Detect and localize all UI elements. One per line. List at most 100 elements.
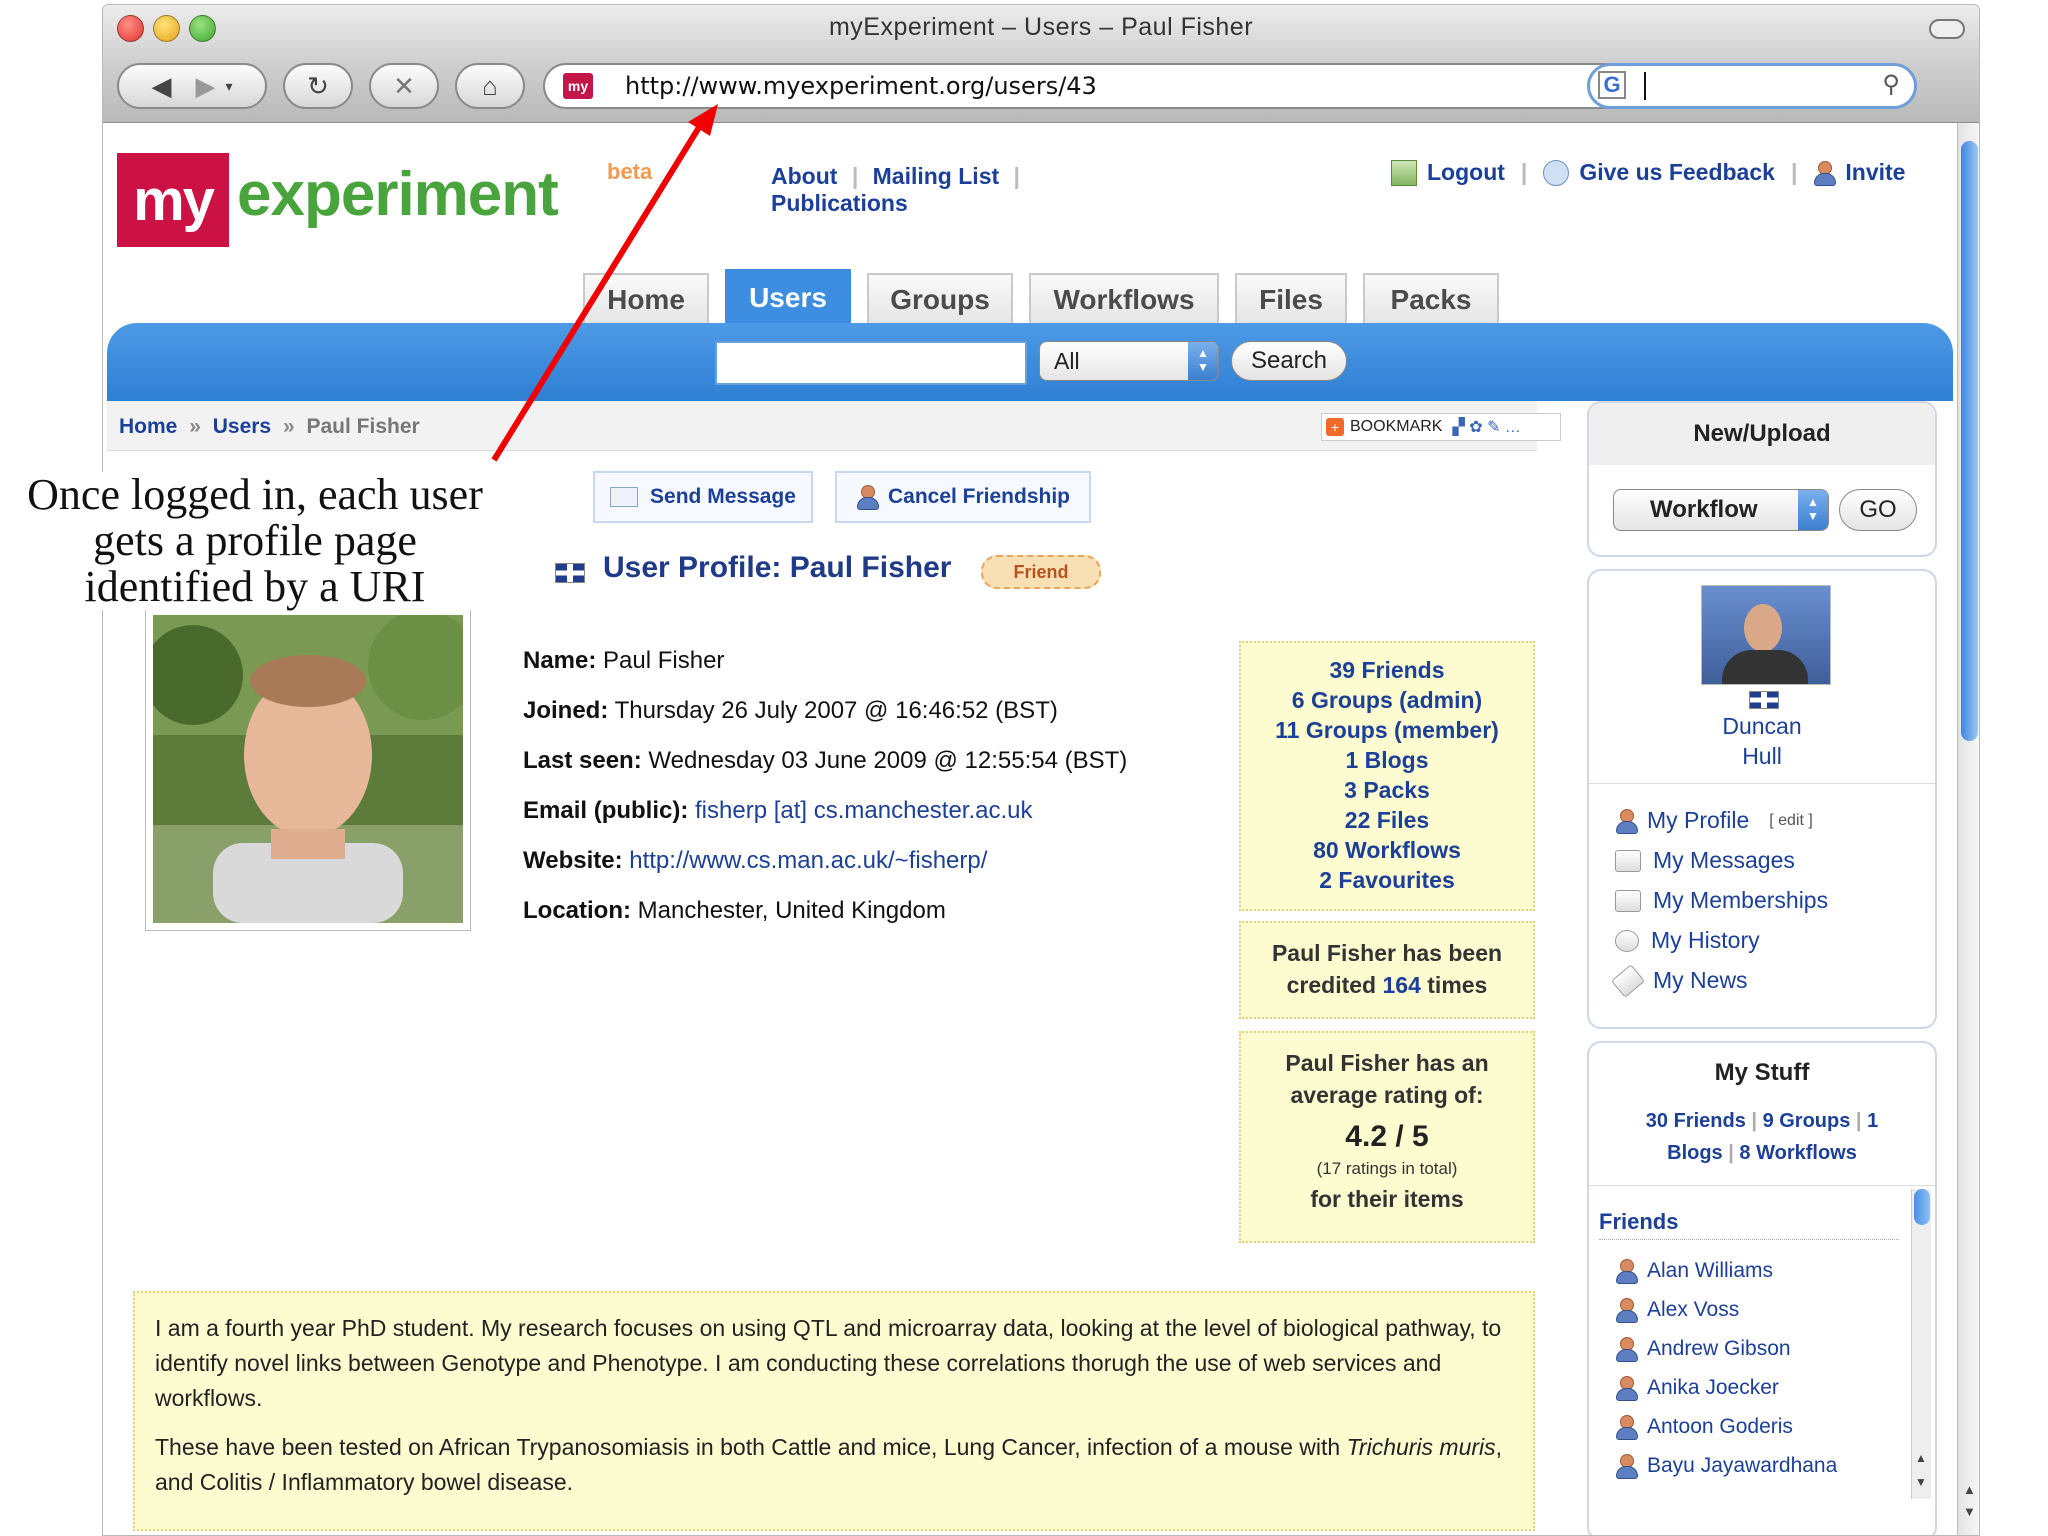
tab-workflows[interactable]: Workflows	[1029, 273, 1219, 325]
credited-count-link[interactable]: 164	[1383, 972, 1421, 998]
my-friends-link[interactable]: 30 Friends	[1646, 1110, 1746, 1132]
user-icon	[1615, 808, 1638, 834]
stat-blogs-link[interactable]: 1 Blogs	[1241, 745, 1533, 775]
stat-favourites-link[interactable]: 2 Favourites	[1241, 865, 1533, 895]
current-user-name[interactable]: Duncan Hull	[1589, 711, 1935, 771]
address-bar[interactable]: my http://www.myexperiment.org/users/43 …	[543, 63, 1659, 109]
uk-flag-icon	[1749, 691, 1779, 709]
reload-button[interactable]: ↻	[283, 63, 353, 109]
my-workflows-link[interactable]: 8 Workflows	[1739, 1142, 1856, 1164]
my-profile-link[interactable]: My Profile [ edit ]	[1615, 807, 1813, 834]
friend-item[interactable]: Alan Williams	[1615, 1259, 1773, 1284]
profile-joined: Thursday 26 July 2007 @ 16:46:52 (BST)	[614, 697, 1058, 724]
clock-icon	[1615, 929, 1639, 952]
site-favicon-icon: my	[563, 73, 593, 99]
membership-card-icon	[1615, 889, 1641, 912]
publications-link[interactable]: Publications	[771, 190, 908, 216]
search-button[interactable]: Search	[1231, 341, 1347, 381]
mailing-list-link[interactable]: Mailing List	[873, 163, 1000, 189]
about-link[interactable]: About	[771, 163, 837, 189]
remove-friend-icon	[856, 485, 879, 510]
send-message-button[interactable]: Send Message	[593, 471, 813, 523]
my-news-link[interactable]: My News	[1610, 963, 1748, 998]
friend-badge: Friend	[981, 555, 1101, 589]
social-icons: ▞ ✿ ✎ …	[1452, 419, 1521, 436]
breadcrumb-home[interactable]: Home	[119, 415, 177, 438]
page-scrollbar[interactable]: ▲ ▼	[1957, 123, 1979, 1535]
tag-icon	[1610, 963, 1646, 998]
my-messages-link[interactable]: My Messages	[1615, 847, 1795, 874]
my-history-link[interactable]: My History	[1615, 927, 1760, 954]
scroll-up-arrow-icon[interactable]: ▲	[1963, 1482, 1976, 1497]
site-search-input[interactable]	[715, 341, 1027, 385]
upload-type-select[interactable]: Workflow ▲ ▼	[1613, 489, 1829, 531]
cancel-friendship-button[interactable]: Cancel Friendship	[835, 471, 1091, 523]
tab-packs[interactable]: Packs	[1363, 273, 1499, 325]
profile-name: Paul Fisher	[603, 647, 725, 674]
my-memberships-link[interactable]: My Memberships	[1615, 887, 1828, 914]
tab-files[interactable]: Files	[1235, 273, 1347, 325]
tab-users[interactable]: Users	[725, 269, 851, 325]
stat-files-link[interactable]: 22 Files	[1241, 805, 1533, 835]
search-scope-select[interactable]: All ▲ ▼	[1039, 341, 1219, 381]
logo-my[interactable]: my	[117, 153, 229, 247]
friend-item[interactable]: Bayu Jayawardhana	[1615, 1454, 1837, 1479]
search-engine-icon[interactable]: G	[1598, 71, 1626, 99]
stat-friends-link[interactable]: 39 Friends	[1241, 655, 1533, 685]
bio-paragraph-2: These have been tested on African Trypan…	[155, 1434, 1503, 1495]
profile-location: Manchester, United Kingdom	[637, 897, 946, 924]
friend-item[interactable]: Andrew Gibson	[1615, 1337, 1791, 1362]
back-arrow-icon[interactable]: ◀	[151, 71, 171, 102]
stop-button[interactable]: ✕	[369, 63, 439, 109]
current-user-photo[interactable]	[1701, 585, 1831, 685]
rating-box: Paul Fisher has an average rating of: 4.…	[1239, 1031, 1535, 1243]
stat-groups-member-link[interactable]: 11 Groups (member)	[1241, 715, 1533, 745]
tab-home[interactable]: Home	[583, 273, 709, 325]
friends-scroll-thumb[interactable]	[1914, 1189, 1930, 1225]
magnifier-icon[interactable]: ⚲	[1882, 70, 1900, 99]
scroll-down-arrow-icon[interactable]: ▼	[1915, 1475, 1927, 1489]
select-arrows-icon: ▲ ▼	[1188, 342, 1218, 380]
profile-last-seen: Wednesday 03 June 2009 @ 12:55:54 (BST)	[648, 747, 1128, 774]
friend-item[interactable]: Antoon Goderis	[1615, 1415, 1793, 1440]
breadcrumb-users[interactable]: Users	[213, 415, 271, 438]
home-button[interactable]: ⌂	[455, 63, 525, 109]
new-upload-panel: New/Upload Workflow ▲ ▼ GO	[1587, 401, 1937, 557]
profile-email-row: Email (public): fisherp [at] cs.manchest…	[523, 797, 1033, 824]
bio-paragraph-1: I am a fourth year PhD student. My resea…	[155, 1315, 1502, 1411]
profile-email-link[interactable]: fisherp [at] cs.manchester.ac.uk	[695, 797, 1033, 824]
bookmark-widget[interactable]: + BOOKMARK ▞ ✿ ✎ …	[1321, 413, 1561, 441]
scroll-down-arrow-icon[interactable]: ▼	[1963, 1504, 1976, 1519]
my-blogs-link[interactable]: Blogs	[1667, 1142, 1723, 1164]
my-groups-link[interactable]: 9 Groups	[1763, 1110, 1851, 1132]
stat-groups-admin-link[interactable]: 6 Groups (admin)	[1241, 685, 1533, 715]
upload-go-button[interactable]: GO	[1839, 489, 1917, 531]
page-scroll-thumb[interactable]	[1961, 141, 1978, 741]
edit-profile-link[interactable]: [ edit ]	[1769, 812, 1813, 830]
profile-photo-frame	[145, 607, 471, 931]
friend-item[interactable]: Anika Joecker	[1615, 1376, 1779, 1401]
logout-link[interactable]: Logout	[1427, 159, 1505, 186]
my-blogs-count[interactable]: 1	[1867, 1110, 1878, 1132]
profile-heading: User Profile: Paul Fisher	[603, 551, 952, 584]
friends-scrollbar[interactable]: ▲ ▼	[1911, 1189, 1931, 1499]
stat-workflows-link[interactable]: 80 Workflows	[1241, 835, 1533, 865]
friend-item[interactable]: Alex Voss	[1615, 1298, 1739, 1323]
scroll-up-arrow-icon[interactable]: ▲	[1915, 1451, 1927, 1465]
history-dropdown-icon[interactable]: ▾	[225, 78, 232, 95]
logo-experiment[interactable]: experiment	[237, 159, 559, 230]
feedback-link[interactable]: Give us Feedback	[1579, 159, 1775, 186]
profile-name-row: Name: Paul Fisher	[523, 647, 725, 674]
friends-heading: Friends	[1599, 1209, 1679, 1234]
tab-groups[interactable]: Groups	[867, 273, 1013, 325]
invite-link[interactable]: Invite	[1845, 159, 1905, 186]
rating-score: 4.2 / 5	[1345, 1120, 1429, 1153]
top-links: About | Mailing List | Publications	[771, 163, 1020, 216]
forward-arrow-icon[interactable]: ▶	[195, 71, 215, 102]
uk-flag-icon	[555, 563, 585, 583]
toolbar-toggle-button[interactable]	[1929, 19, 1965, 39]
browser-search-field[interactable]: G ⚲	[1587, 63, 1917, 109]
url-text[interactable]: http://www.myexperiment.org/users/43	[625, 72, 1097, 100]
profile-website-link[interactable]: http://www.cs.man.ac.uk/~fisherp/	[629, 847, 987, 874]
stat-packs-link[interactable]: 3 Packs	[1241, 775, 1533, 805]
